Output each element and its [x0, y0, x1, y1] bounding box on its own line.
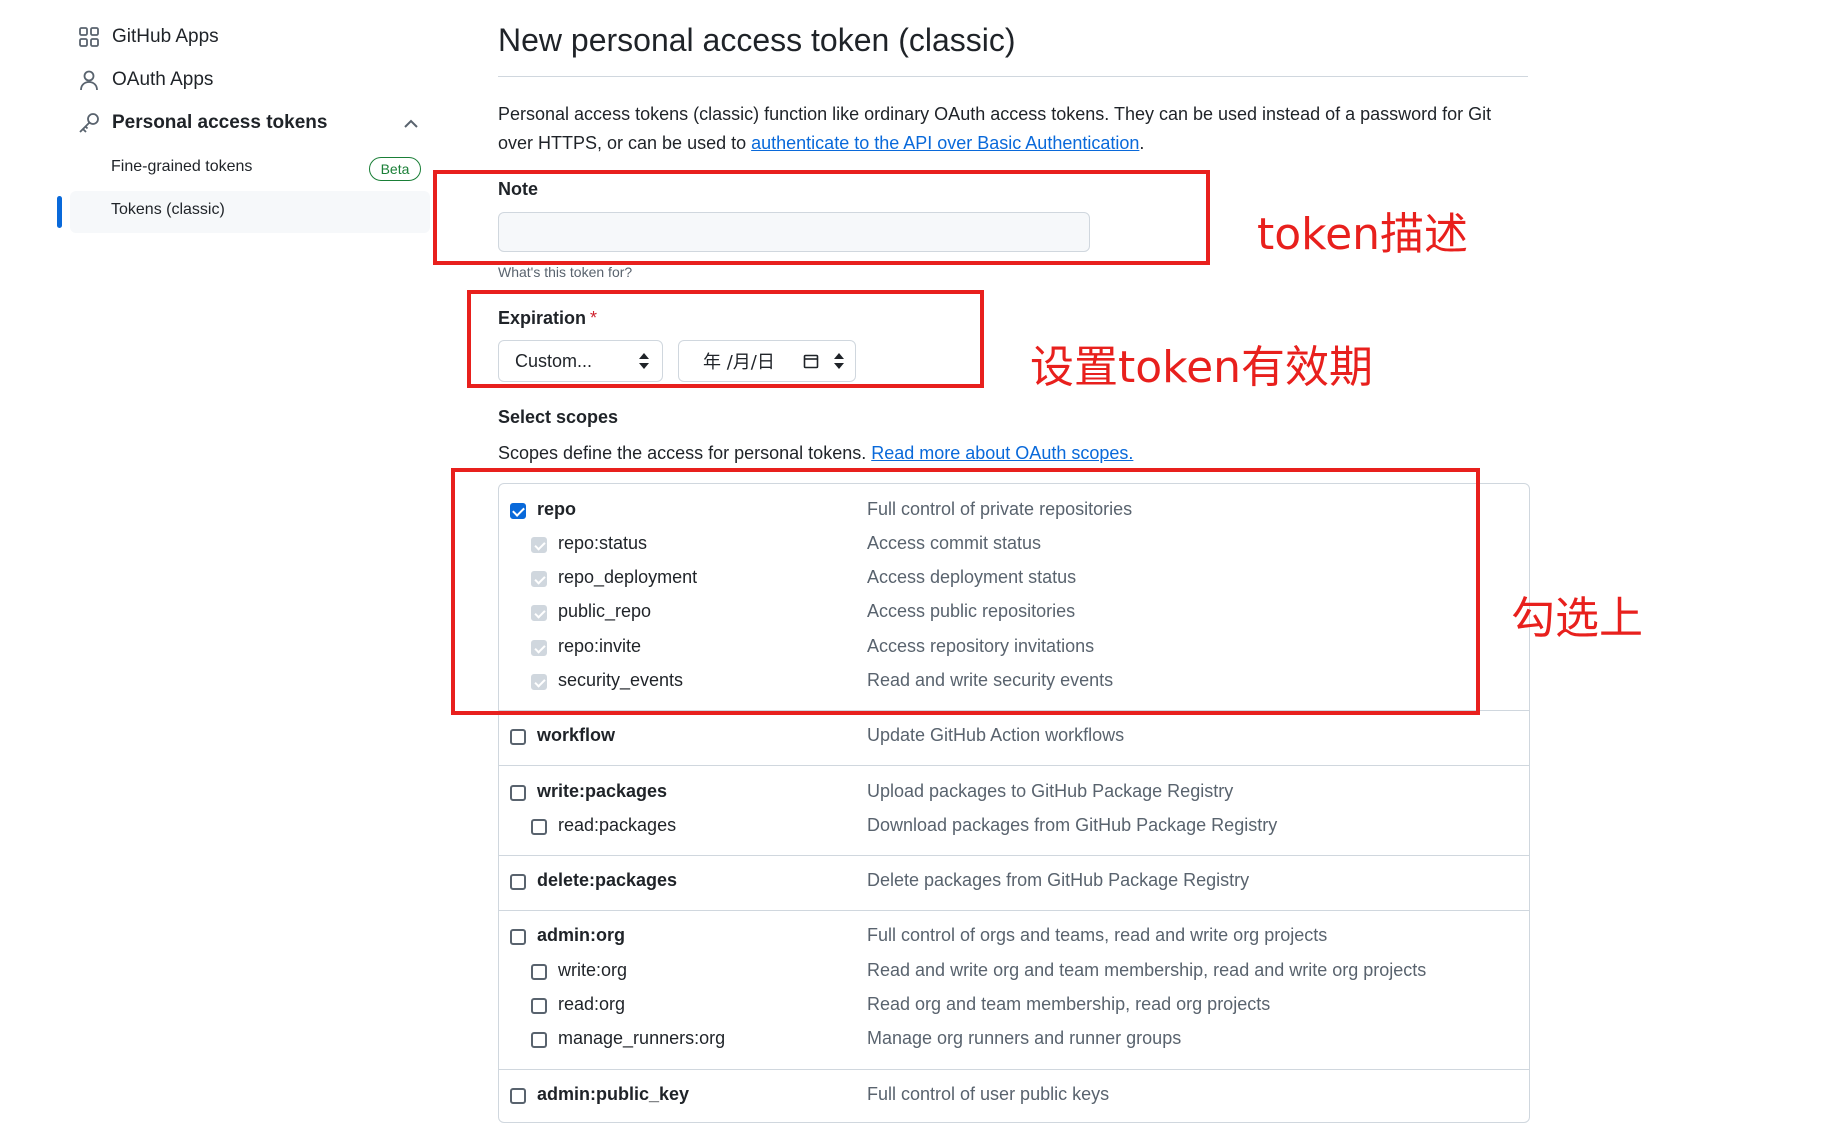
scope-divider — [499, 765, 1529, 766]
scope-name: write:packages — [537, 781, 668, 801]
scope-name: admin:public_key — [537, 1084, 690, 1104]
scope-row-write-packages: write:packages Upload packages to GitHub … — [0, 778, 1835, 808]
scope-checkbox[interactable] — [531, 998, 547, 1014]
sidebar-item-github-apps[interactable]: GitHub Apps — [78, 26, 219, 48]
annotation-expiration: 设置token有效期 — [1030, 342, 1374, 393]
key-icon — [78, 112, 100, 134]
sidebar-item-label: GitHub Apps — [112, 26, 219, 47]
scope-name: write:org — [558, 960, 628, 980]
apps-grid-icon — [78, 26, 100, 48]
scope-checkbox[interactable] — [510, 874, 526, 890]
scope-checkbox[interactable] — [510, 729, 526, 745]
scope-row-delete-packages: delete:packages Delete packages from GitH… — [0, 867, 1835, 897]
scope-name: workflow — [537, 725, 616, 745]
scope-description: Read org and team membership, read org p… — [867, 994, 1271, 1014]
intro-end: . — [1139, 133, 1145, 153]
scope-checkbox[interactable] — [531, 964, 547, 980]
scope-row-manage-runners-org: manage_runners:org Manage org runners and… — [0, 1025, 1835, 1055]
scope-divider — [499, 1069, 1529, 1070]
scope-description: Read and write org and team membership, … — [867, 960, 1427, 980]
scope-row-write-org: write:org Read and write org and team mem… — [0, 957, 1835, 987]
scope-row-workflow: workflow Update GitHub Action workflows — [0, 722, 1835, 752]
scope-row-admin-org: admin:org Full control of orgs and teams,… — [0, 922, 1835, 952]
scope-row-read-packages: read:packages Download packages from GitH… — [0, 812, 1835, 842]
sidebar-subitem-tokens-classic[interactable]: Tokens (classic) — [111, 201, 225, 219]
scope-description: Manage org runners and runner groups — [867, 1028, 1182, 1048]
scope-checkbox[interactable] — [531, 1032, 547, 1048]
scope-name: read:packages — [558, 815, 677, 835]
sidebar-active-indicator — [57, 196, 62, 228]
scope-divider — [499, 910, 1529, 911]
sidebar-subitem-label: Tokens (classic) — [111, 201, 225, 218]
sidebar-item-personal-access-tokens[interactable]: Personal access tokens — [78, 112, 327, 134]
oauth-scopes-link[interactable]: Read more about OAuth scopes. — [871, 443, 1133, 463]
basic-auth-link[interactable]: authenticate to the API over Basic Authe… — [751, 133, 1139, 153]
scopes-description-text: Scopes define the access for personal to… — [498, 443, 872, 463]
scopes-title: Select scopes — [498, 407, 619, 427]
scope-name: admin:org — [537, 925, 625, 945]
scope-description: Download packages from GitHub Package Re… — [867, 815, 1278, 835]
scope-name: delete:packages — [537, 870, 678, 890]
page-title: New personal access token (classic) — [498, 22, 1016, 58]
scope-description: Update GitHub Action workflows — [867, 725, 1125, 745]
sidebar-item-label: Personal access tokens — [112, 112, 328, 133]
note-hint: What's this token for? — [498, 264, 633, 280]
person-icon — [78, 69, 100, 91]
annotation-box-scopes — [451, 468, 1480, 715]
annotation-box-note — [433, 170, 1210, 265]
scopes-description: Scopes define the access for personal to… — [498, 443, 1133, 464]
annotation-scopes: 勾选上 — [1511, 593, 1643, 644]
scope-name: read:org — [558, 994, 626, 1014]
sidebar-subitem-fine-grained-tokens[interactable]: Fine-grained tokens — [111, 158, 252, 176]
intro-text: Personal access tokens (classic) functio… — [498, 100, 1528, 158]
scope-description: Full control of user public keys — [867, 1084, 1110, 1104]
chevron-up-icon[interactable] — [403, 117, 419, 135]
scope-checkbox[interactable] — [531, 819, 547, 835]
scope-checkbox[interactable] — [510, 929, 526, 945]
scope-checkbox[interactable] — [510, 1088, 526, 1104]
annotation-box-expiration — [467, 290, 984, 388]
scope-divider — [499, 855, 1529, 856]
sidebar-item-label: OAuth Apps — [112, 69, 214, 90]
scope-row-read-org: read:org Read org and team membership, re… — [0, 991, 1835, 1021]
sidebar-subitem-label: Fine-grained tokens — [111, 158, 253, 175]
beta-badge: Beta — [369, 157, 421, 181]
scope-description: Delete packages from GitHub Package Regi… — [867, 870, 1250, 890]
scope-row-admin-public-key: admin:public_key Full control of user pub… — [0, 1081, 1835, 1111]
annotation-note: token描述 — [1257, 209, 1469, 260]
sidebar-item-oauth-apps[interactable]: OAuth Apps — [78, 69, 213, 91]
scope-checkbox[interactable] — [510, 785, 526, 801]
scope-description: Full control of orgs and teams, read and… — [867, 925, 1328, 945]
title-divider — [498, 76, 1528, 77]
scope-description: Upload packages to GitHub Package Regist… — [867, 781, 1234, 801]
scope-name: manage_runners:org — [558, 1028, 726, 1048]
